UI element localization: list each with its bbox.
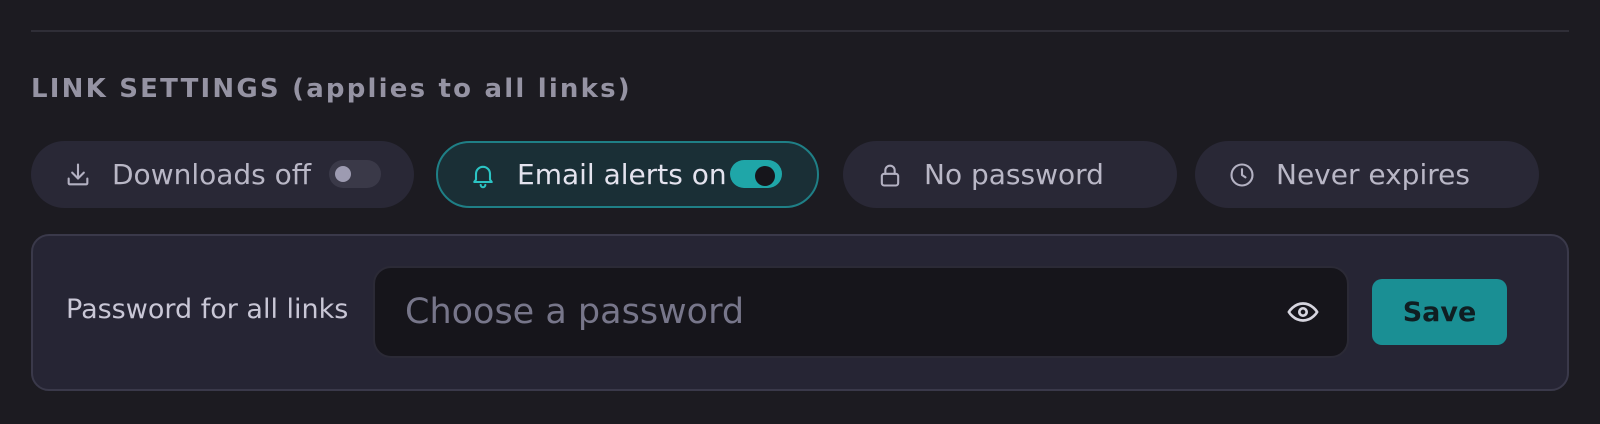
toggle-knob <box>755 166 775 186</box>
email-alerts-chip-label: Email alerts on <box>517 158 727 191</box>
bell-icon <box>469 161 497 189</box>
lock-icon <box>876 161 904 189</box>
expiry-chip[interactable]: Never expires <box>1195 141 1539 208</box>
download-icon <box>64 161 92 189</box>
password-chip-label: No password <box>924 158 1104 191</box>
password-panel: Password for all links Save <box>31 234 1569 391</box>
email-alerts-chip[interactable]: Email alerts on <box>436 141 819 208</box>
downloads-toggle[interactable] <box>329 160 381 188</box>
section-title: LINK SETTINGS (applies to all links) <box>31 74 632 104</box>
password-input-wrapper <box>373 266 1349 358</box>
toggle-knob <box>335 166 351 182</box>
downloads-chip[interactable]: Downloads off <box>31 141 414 208</box>
clock-icon <box>1228 161 1256 189</box>
link-settings-chips: Downloads off Email alerts on No passwor… <box>31 141 1571 208</box>
section-divider <box>31 30 1569 32</box>
password-field-label: Password for all links <box>66 294 349 325</box>
password-chip[interactable]: No password <box>843 141 1177 208</box>
email-alerts-toggle[interactable] <box>730 160 782 188</box>
password-input[interactable] <box>375 268 1265 356</box>
downloads-chip-label: Downloads off <box>112 158 312 191</box>
save-button[interactable]: Save <box>1372 279 1507 345</box>
eye-icon[interactable] <box>1285 294 1321 330</box>
expiry-chip-label: Never expires <box>1276 158 1470 191</box>
